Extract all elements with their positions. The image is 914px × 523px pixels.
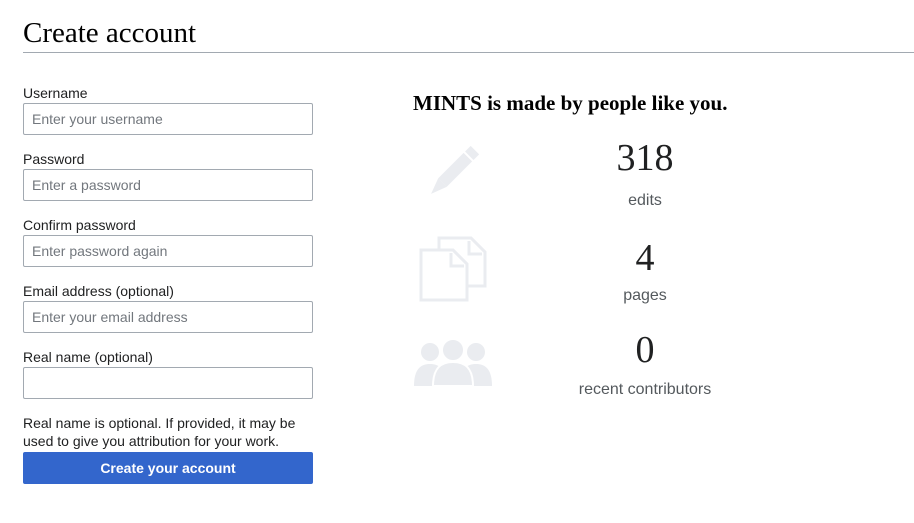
create-account-button[interactable]: Create your account xyxy=(23,452,313,484)
password-label: Password xyxy=(23,151,85,167)
confirm-password-label: Confirm password xyxy=(23,217,136,233)
page-title: Create account xyxy=(23,17,197,49)
edits-label: edits xyxy=(628,192,662,209)
confirm-password-field: Confirm password xyxy=(23,216,313,267)
create-account-page: Create account Username Password Confirm… xyxy=(0,0,914,523)
pages-icon xyxy=(419,236,487,307)
people-icon xyxy=(412,338,494,393)
email-label: Email address (optional) xyxy=(23,283,174,299)
recent-contributors-label: recent contributors xyxy=(578,381,712,398)
password-input[interactable] xyxy=(23,169,313,201)
password-field: Password xyxy=(23,150,313,201)
email-field: Email address (optional) xyxy=(23,282,313,333)
real-name-field: Real name (optional) xyxy=(23,348,313,399)
username-label: Username xyxy=(23,85,88,101)
recent-contributors-count: 0 xyxy=(635,329,655,371)
real-name-label: Real name (optional) xyxy=(23,349,153,365)
stats-heading: MINTS is made by people like you. xyxy=(413,91,728,115)
title-divider xyxy=(23,52,914,53)
real-name-help-text: Real name is optional. If provided, it m… xyxy=(23,415,296,449)
username-field: Username xyxy=(23,84,313,135)
pencil-icon xyxy=(418,138,488,211)
real-name-input[interactable] xyxy=(23,367,313,399)
pages-count: 4 xyxy=(635,237,655,279)
confirm-password-input[interactable] xyxy=(23,235,313,267)
username-input[interactable] xyxy=(23,103,313,135)
edits-count: 318 xyxy=(616,137,674,179)
pages-label: pages xyxy=(623,287,667,304)
email-input[interactable] xyxy=(23,301,313,333)
